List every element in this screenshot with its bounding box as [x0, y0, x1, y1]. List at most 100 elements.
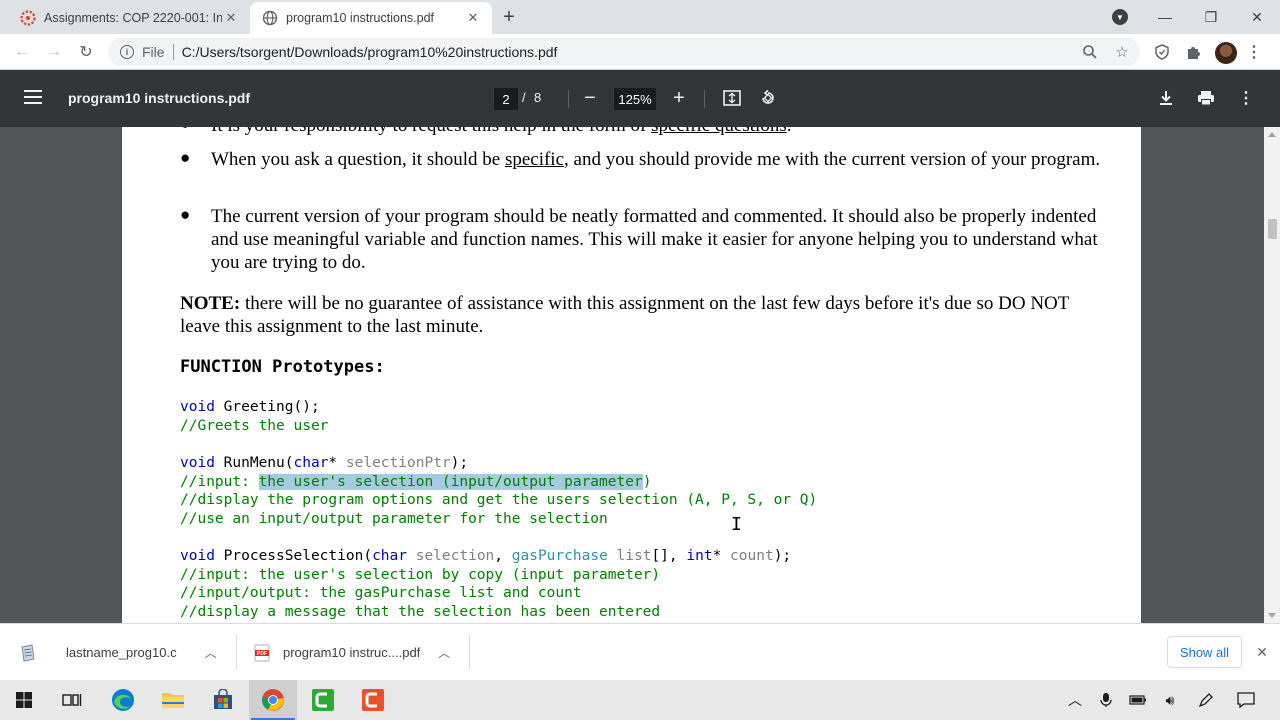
download-filename: lastname_prog10.c [66, 645, 177, 660]
battery-icon[interactable] [1128, 690, 1148, 710]
tab-title: Assignments: COP 2220-001: Intr [44, 11, 222, 25]
zoom-out-button[interactable]: − [578, 86, 602, 110]
download-icon[interactable] [1154, 86, 1178, 110]
tab-assignments[interactable]: Assignments: COP 2220-001: Intr ✕ [8, 2, 250, 34]
tab-title: program10 instructions.pdf [286, 11, 434, 25]
divider [469, 634, 470, 670]
close-window-icon[interactable]: ✕ [1234, 0, 1280, 34]
code-comment: //use an input/output parameter for the … [180, 511, 608, 527]
zoom-level-input[interactable]: 125% [614, 88, 656, 110]
file-explorer-icon[interactable] [149, 680, 197, 720]
scroll-thumb[interactable] [1268, 219, 1277, 239]
shield-icon[interactable] [1150, 40, 1174, 64]
pdf-page: ● It is your responsibility to request t… [122, 127, 1141, 623]
canvas-favicon-icon [20, 10, 36, 26]
pdf-toolbar: program10 instructions.pdf 2 / 8 − 125% … [0, 70, 1280, 127]
minimize-icon[interactable]: — [1142, 0, 1188, 34]
code-comment: //Greets the user [180, 418, 329, 434]
tab-strip: Assignments: COP 2220-001: Intr ✕ progra… [0, 0, 1280, 34]
page-number-input[interactable]: 2 [494, 88, 518, 110]
code-comment: //input/output: the gasPurchase list and… [180, 585, 582, 601]
task-view-icon[interactable] [48, 680, 96, 720]
divider [172, 44, 174, 60]
code-comment: //display the program options and get th… [180, 492, 818, 508]
page-separator: / [522, 90, 526, 105]
codeblocks-green-icon[interactable] [299, 680, 347, 720]
code-comment: //input: the user's selection (input/out… [180, 474, 652, 490]
restore-icon[interactable]: ❐ [1188, 0, 1234, 34]
download-shelf: lastname_prog10.c ︿ PDF program10 instru… [0, 623, 1280, 680]
text-cursor-icon: I [731, 514, 742, 535]
show-all-button[interactable]: Show all [1167, 636, 1242, 668]
scroll-up-icon[interactable] [1268, 132, 1276, 137]
codeblocks-orange-icon[interactable] [349, 680, 397, 720]
c-file-icon [20, 643, 36, 662]
reload-icon[interactable]: ↻ [72, 38, 100, 66]
download-filename: program10 instruc....pdf [283, 645, 421, 660]
chevron-up-icon[interactable]: ︿ [205, 644, 217, 661]
url-text[interactable]: C:/Users/tsorgent/Downloads/program10%20… [182, 44, 558, 60]
scroll-down-icon[interactable] [1268, 613, 1276, 618]
zoom-in-button[interactable]: + [667, 86, 691, 110]
pdf-document-area[interactable]: ● It is your responsibility to request t… [0, 127, 1264, 623]
forward-icon[interactable]: → [40, 38, 68, 66]
bullet-dot: ● [180, 205, 191, 224]
code-comment: //input: the user's selection by copy (i… [180, 567, 661, 583]
code-line: void Greeting(); [180, 399, 320, 415]
chevron-up-icon[interactable]: ︿ [1065, 690, 1085, 710]
note-paragraph: NOTE: there will be no guarantee of assi… [180, 293, 1070, 337]
print-icon[interactable] [1194, 86, 1218, 110]
volume-icon[interactable]: 🔊︎ [1160, 690, 1180, 710]
edge-browser-icon[interactable] [99, 680, 147, 720]
vertical-scrollbar[interactable] [1264, 127, 1280, 623]
section-heading: FUNCTION Prototypes: [180, 357, 385, 377]
close-tab-icon[interactable]: ✕ [464, 9, 482, 27]
info-icon[interactable]: i [120, 45, 134, 59]
hamburger-menu-icon[interactable] [24, 90, 42, 104]
pdf-file-icon: PDF [254, 644, 270, 662]
bullet-text: The current version of your program shou… [211, 206, 1098, 273]
divider [704, 90, 705, 108]
page-total: 8 [534, 90, 542, 105]
extensions-puzzle-icon[interactable] [1182, 40, 1206, 64]
new-tab-button[interactable]: + [498, 6, 520, 28]
divider [568, 90, 569, 108]
download-item[interactable]: PDF program10 instruc....pdf ︿ [254, 624, 450, 681]
divider [236, 634, 237, 670]
code-line: void RunMenu(char* selectionPtr); [180, 455, 469, 471]
more-options-icon[interactable]: ⋮ [1234, 86, 1258, 110]
tab-pdf[interactable]: program10 instructions.pdf ✕ [250, 2, 492, 34]
windows-taskbar: ︿ 🔊︎ [0, 680, 1280, 720]
fit-to-page-icon[interactable] [720, 86, 744, 110]
windows-start-icon[interactable] [0, 680, 48, 720]
pen-icon[interactable] [1196, 690, 1216, 710]
bullet-dot: ● [180, 148, 191, 167]
bullet-dot: ● [180, 127, 190, 135]
notifications-icon[interactable] [1236, 690, 1256, 710]
download-item[interactable]: lastname_prog10.c ︿ [20, 624, 217, 681]
tab-search-icon[interactable]: ▼ [1112, 9, 1128, 25]
star-icon[interactable]: ☆ [1110, 40, 1134, 64]
chrome-menu-icon[interactable]: ⋮ [1246, 42, 1262, 64]
close-tab-icon[interactable]: ✕ [222, 9, 240, 27]
scheme-label: File [142, 44, 165, 60]
microphone-icon[interactable] [1096, 690, 1116, 710]
rotate-icon[interactable] [756, 86, 780, 110]
browser-toolbar: ← → ↻ i File C:/Users/tsorgent/Downloads… [0, 34, 1280, 70]
globe-icon [262, 10, 278, 26]
back-icon[interactable]: ← [8, 38, 36, 66]
chrome-taskbar-icon[interactable] [249, 680, 297, 720]
zoom-icon[interactable] [1078, 40, 1102, 64]
bullet-text: It is your responsibility to request thi… [211, 127, 1101, 137]
address-bar[interactable]: i File C:/Users/tsorgent/Downloads/progr… [108, 38, 1140, 66]
chevron-up-icon[interactable]: ︿ [438, 644, 450, 661]
microsoft-store-icon[interactable] [199, 680, 247, 720]
bullet-text: When you ask a question, it should be sp… [211, 149, 1101, 170]
profile-avatar[interactable] [1215, 42, 1237, 64]
pdf-title: program10 instructions.pdf [68, 90, 251, 106]
close-shelf-icon[interactable]: ✕ [1252, 642, 1272, 662]
text-selection-highlight: the user's selection (input/output param… [258, 474, 643, 490]
svg-text:PDF: PDF [257, 651, 267, 657]
code-line: void ProcessSelection(char selection, ga… [180, 548, 792, 564]
code-comment: //display a message that the selection h… [180, 604, 661, 620]
